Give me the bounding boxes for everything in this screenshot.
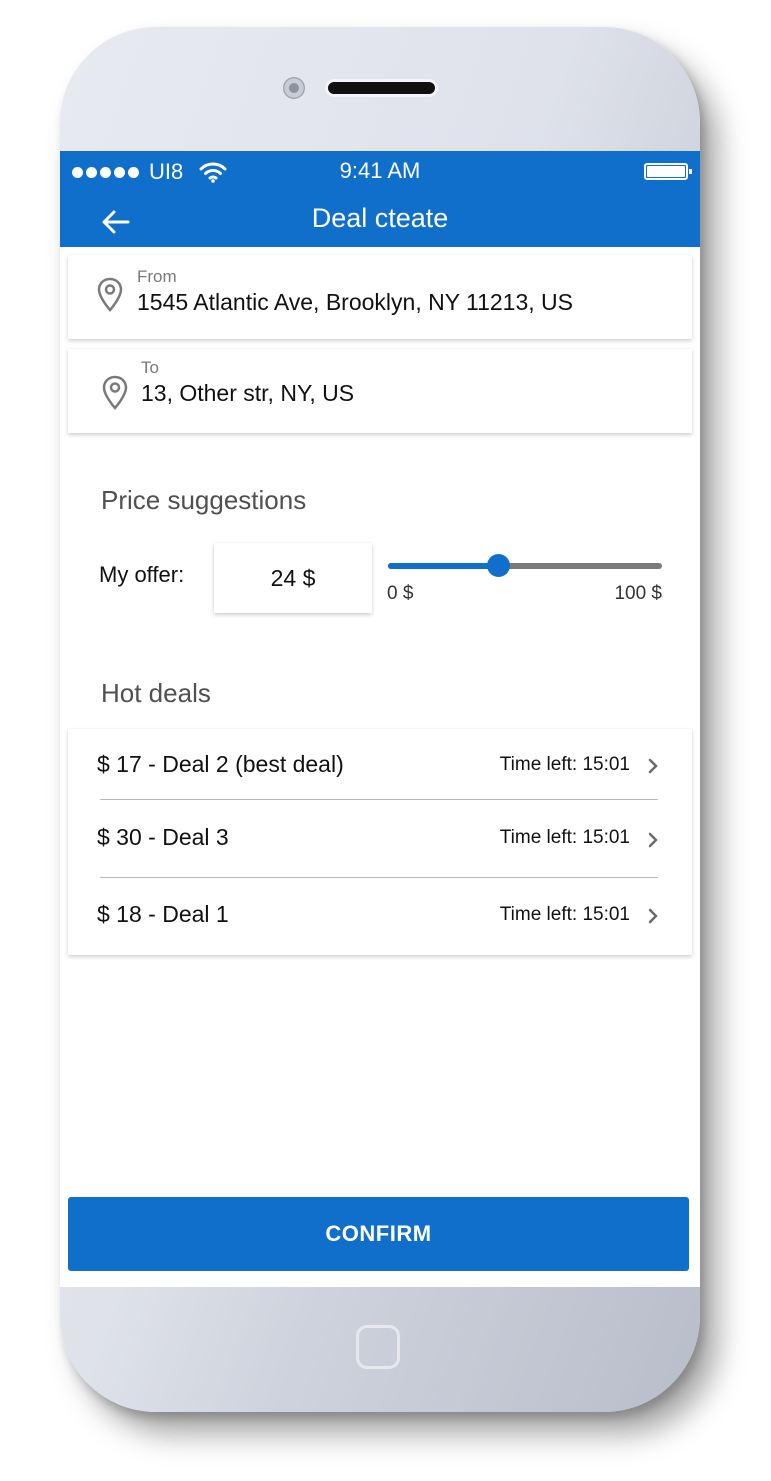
deal-item[interactable]: $ 17 - Deal 2 (best deal) Time left: 15:… xyxy=(68,729,692,803)
hot-deals-title: Hot deals xyxy=(101,678,211,708)
deal-title: $ 30 - Deal 3 xyxy=(97,824,229,850)
deal-item[interactable]: $ 18 - Deal 1 Time left: 15:01 xyxy=(68,879,692,953)
to-label: To xyxy=(141,358,159,377)
hot-deals-list: $ 17 - Deal 2 (best deal) Time left: 15:… xyxy=(68,729,692,955)
chevron-right-icon xyxy=(648,908,658,924)
phone-frame: UI8 9:41 AM Deal cteate From 1545 Atlant… xyxy=(60,27,700,1412)
deal-time-left: Time left: 15:01 xyxy=(499,904,630,925)
deal-time-left: Time left: 15:01 xyxy=(499,754,630,775)
home-button[interactable] xyxy=(356,1325,400,1369)
deal-time-left: Time left: 15:01 xyxy=(499,827,630,848)
price-slider[interactable] xyxy=(388,554,662,577)
my-offer-label: My offer: xyxy=(99,562,185,587)
camera-icon xyxy=(283,77,305,99)
app-header: UI8 9:41 AM Deal cteate xyxy=(60,151,700,247)
price-slider-thumb[interactable] xyxy=(486,554,510,577)
deal-title: $ 17 - Deal 2 (best deal) xyxy=(97,751,344,777)
slider-max-label: 100 $ xyxy=(614,583,662,604)
price-suggestions-title: Price suggestions xyxy=(101,485,307,515)
battery-icon xyxy=(644,163,692,180)
deal-title: $ 18 - Deal 1 xyxy=(97,901,229,927)
from-address-field[interactable]: From 1545 Atlantic Ave, Brooklyn, NY 112… xyxy=(68,255,692,339)
location-pin-icon xyxy=(102,375,128,410)
deal-divider xyxy=(100,877,658,878)
chevron-right-icon xyxy=(648,832,658,848)
from-value: 1545 Atlantic Ave, Brooklyn, NY 11213, U… xyxy=(137,289,574,315)
deal-divider xyxy=(100,799,658,800)
price-slider-fill xyxy=(388,563,498,569)
from-label: From xyxy=(137,267,177,286)
slider-min-label: 0 $ xyxy=(387,583,414,604)
page-title: Deal cteate xyxy=(311,203,449,233)
deal-item[interactable]: $ 30 - Deal 3 Time left: 15:01 xyxy=(68,803,692,877)
to-value: 13, Other str, NY, US xyxy=(141,380,355,406)
to-address-field[interactable]: To 13, Other str, NY, US xyxy=(68,349,692,433)
confirm-button[interactable]: CONFIRM xyxy=(68,1197,689,1271)
status-time: 9:41 AM xyxy=(339,158,421,183)
screen: UI8 9:41 AM Deal cteate From 1545 Atlant… xyxy=(60,151,700,1287)
speaker-grille xyxy=(325,79,438,97)
location-pin-icon xyxy=(97,277,123,312)
chevron-right-icon xyxy=(648,758,658,774)
my-offer-input[interactable]: 24 $ xyxy=(214,543,372,613)
